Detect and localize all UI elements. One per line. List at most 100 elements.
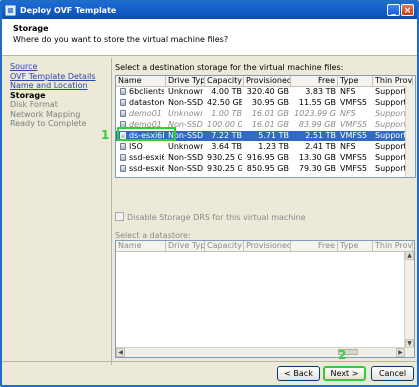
table-row[interactable]: demo01 (inacc... Unknown 1.00 TB 16.01 GB 10… [116, 109, 411, 119]
cell-provisioned: 320.40 GB [246, 87, 289, 96]
column-header[interactable]: Thin Prov [373, 241, 413, 251]
cell-drive: Unknown [168, 87, 203, 96]
storage-table-scrollbar[interactable] [405, 86, 415, 177]
cell-provisioned: 850.95 GB [246, 164, 289, 173]
wizard-step[interactable]: Source [10, 62, 110, 72]
datastore-icon [120, 110, 126, 117]
datastore-horizontal-scrollbar[interactable]: ◀ ▶ [116, 347, 414, 357]
column-header[interactable]: Name [116, 241, 166, 251]
cell-provisioned: 16.01 GB [251, 109, 289, 118]
storage-table-header: NameDrive TypeCapacityProvisionedFreeTyp… [116, 76, 415, 87]
title-bar: Deploy OVF Template _ × [2, 2, 417, 19]
checkbox-box[interactable] [115, 212, 124, 221]
table-row[interactable]: 6bclients Unknown 4.00 TB 320.40 GB 3.83 TB N… [116, 87, 411, 97]
column-header[interactable]: Type [338, 76, 373, 86]
scroll-left-arrow-icon[interactable]: ◀ [116, 348, 125, 357]
table-row[interactable]: ssd-esxi6b-2 Non-SSD 930.25 GB 850.95 GB 79.… [116, 164, 411, 174]
cell-name: datastore1 (1) [129, 98, 164, 107]
wizard-step: Storage [10, 90, 46, 100]
cell-name: ssd-esxi6b-2 [129, 164, 164, 173]
datastore-vertical-scrollbar[interactable]: ▲ ▼ [404, 251, 414, 348]
cell-free: 11.55 GB [298, 98, 336, 107]
scroll-up-arrow-icon[interactable]: ▲ [405, 251, 414, 260]
wizard-step[interactable]: Name and Location [10, 81, 110, 91]
divider [111, 58, 112, 365]
datastore-icon [120, 154, 126, 161]
next-button[interactable]: Next > [323, 366, 366, 381]
datastore-icon [120, 165, 126, 172]
cell-drive: Unknown [168, 142, 203, 151]
storage-label: Select a destination storage for the vir… [115, 63, 344, 72]
cell-provisioned: 16.01 GB [251, 120, 289, 129]
cell-free: 83.99 GB [298, 120, 336, 129]
datastore-table[interactable]: NameDrive TypeCapacityProvisionedFreeTyp… [115, 240, 415, 358]
back-button[interactable]: < Back [277, 366, 320, 381]
column-header[interactable]: Provisioned [244, 76, 291, 86]
scroll-right-arrow-icon[interactable]: ▶ [396, 348, 405, 357]
cell-type: NFS [340, 87, 356, 96]
page-subtitle: Where do you want to store the virtual m… [13, 35, 229, 44]
wizard-step: Disk Format [10, 100, 58, 109]
cell-free: 1023.99 G [294, 109, 336, 118]
table-row[interactable]: ssd-esxi6b-1 Non-SSD 930.25 GB 916.95 GB 13.… [116, 153, 411, 163]
cell-capacity: 930.25 GB [207, 153, 242, 162]
cell-free: 2.51 TB [305, 131, 336, 140]
cell-provisioned: 30.95 GB [251, 98, 289, 107]
cell-type: VMFS5 [340, 164, 368, 173]
wizard-step: Network Mapping [10, 109, 81, 119]
cell-name: ssd-esxi6b-1 [129, 153, 164, 162]
cell-type: NFS [340, 109, 356, 118]
cell-type: VMFS5 [340, 120, 368, 129]
cell-capacity: 7.22 TB [211, 131, 242, 140]
cell-drive: Non-SSD [168, 153, 203, 162]
column-header[interactable]: Provisioned [244, 241, 291, 251]
wizard-steps: Source OVF Template Details Name and Locat… [10, 62, 110, 129]
cell-name: ISO [129, 142, 143, 151]
cell-drive: Non-SSD [168, 164, 203, 173]
cell-provisioned: 916.95 GB [246, 153, 289, 162]
disable-drs-label: Disable Storage DRS for this virtual mac… [127, 213, 306, 222]
column-header[interactable]: Capacity [205, 241, 244, 251]
footer-divider [2, 361, 417, 362]
table-row[interactable]: datastore1 (1) Non-SSD 42.50 GB 30.95 GB 11.… [116, 98, 411, 108]
cell-provisioned: 5.71 TB [258, 131, 289, 140]
cell-free: 13.30 GB [298, 153, 336, 162]
column-header[interactable]: Capacity [205, 76, 244, 86]
cell-capacity: 3.64 TB [211, 142, 242, 151]
cell-type: NFS [340, 142, 356, 151]
wizard-step[interactable]: OVF Template Details [10, 72, 110, 82]
cell-capacity: 42.50 GB [207, 98, 242, 107]
datastore-table-header: NameDrive TypeCapacityProvisionedFreeTyp… [116, 241, 414, 252]
datastore-icon [120, 88, 126, 95]
cell-name: 6bclients [129, 87, 164, 96]
datastore-icon [120, 99, 126, 106]
column-header[interactable]: Drive Type [166, 76, 205, 86]
column-header[interactable]: Thin Prov [373, 76, 413, 86]
cell-capacity: 1.00 TB [211, 109, 242, 118]
close-button[interactable]: × [401, 4, 414, 16]
cell-type: VMFS5 [340, 153, 368, 162]
datastore-icon [120, 143, 126, 150]
cell-drive: Unknown [168, 109, 203, 118]
cell-type: VMFS5 [340, 131, 368, 140]
wizard-header: Storage Where do you want to store the v… [2, 19, 417, 56]
page-title: Storage [13, 24, 49, 33]
table-row[interactable]: ISO Unknown 3.64 TB 1.23 TB 2.41 TB NFS Suppor… [116, 142, 411, 152]
column-header[interactable]: Name [116, 76, 166, 86]
cancel-button[interactable]: Cancel [371, 366, 414, 381]
cell-free: 79.30 GB [298, 164, 336, 173]
column-header[interactable]: Type [338, 241, 373, 251]
wizard-step: Ready to Complete [10, 119, 87, 128]
minimize-button[interactable]: _ [387, 4, 400, 16]
cell-name: demo01 (inacc... [129, 109, 164, 118]
disable-drs-checkbox[interactable]: Disable Storage DRS for this virtual mac… [115, 212, 306, 222]
column-header[interactable]: Drive Type [166, 241, 205, 251]
column-header[interactable]: Free [291, 76, 338, 86]
column-header[interactable]: Free [291, 241, 338, 251]
cell-capacity: 930.25 GB [207, 164, 242, 173]
callout-2: 2 [338, 348, 347, 362]
callout-1: 1 [101, 128, 110, 142]
cell-free: 2.41 TB [305, 142, 336, 151]
highlight-box [117, 127, 176, 141]
cell-drive: Non-SSD [168, 98, 203, 107]
